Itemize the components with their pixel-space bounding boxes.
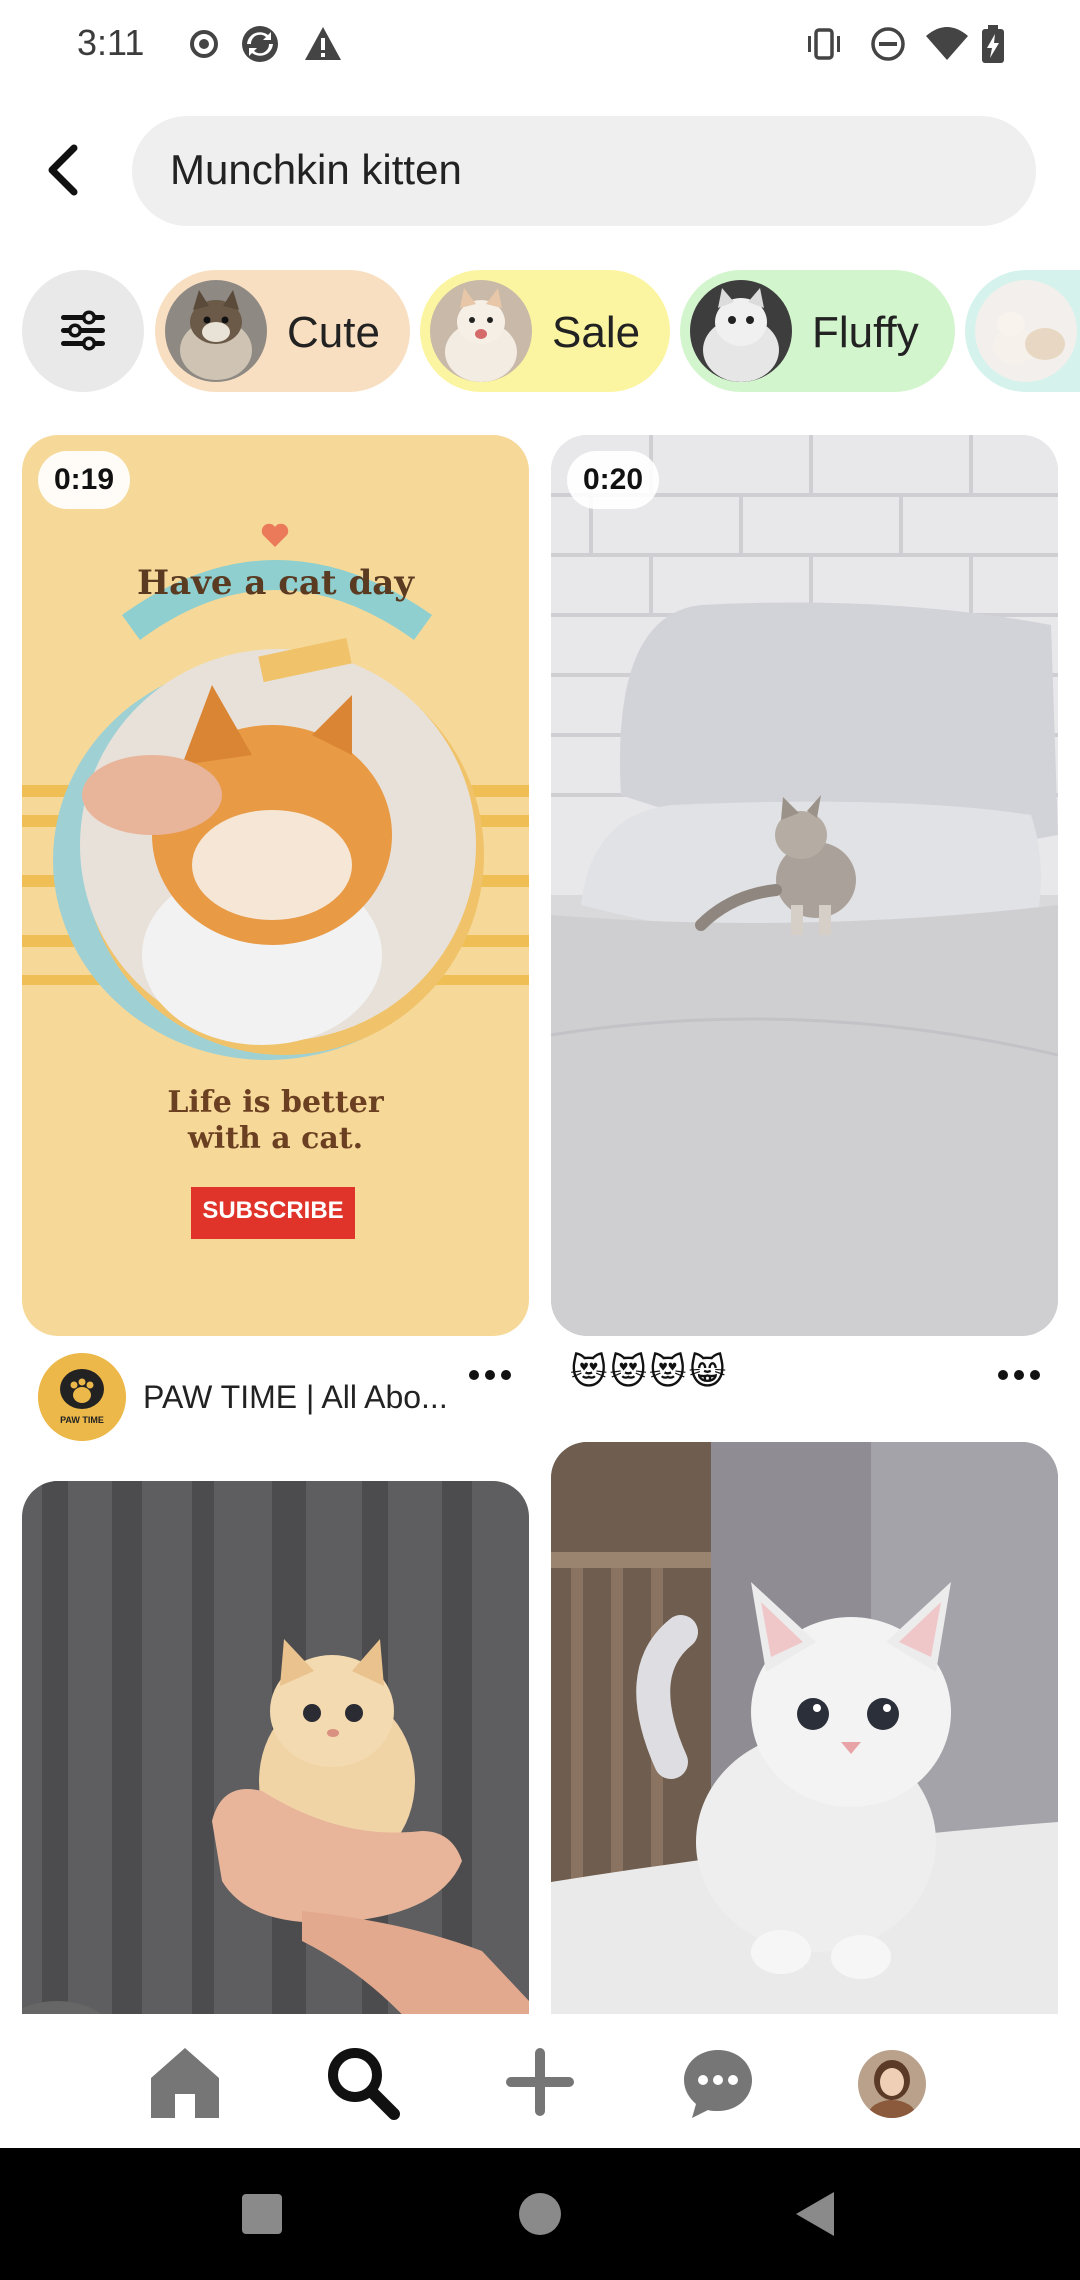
white-kitten-image: [551, 1442, 1058, 2061]
chip-label: Fluffy: [812, 308, 919, 357]
poster-title: Have a cat day: [136, 563, 415, 603]
search-input[interactable]: Munchkin kitten: [132, 116, 1036, 226]
video-duration: 0:19: [38, 451, 131, 509]
chip-label: Cute: [287, 308, 380, 357]
nav-home[interactable]: [145, 2042, 225, 2122]
filter-chips: Cute Sale Fluffy: [0, 268, 1080, 392]
home-icon: [151, 2048, 219, 2118]
kitten-bed-image: [551, 435, 1058, 1336]
pin-author[interactable]: PAW TIME | All Abo...: [143, 1379, 448, 1416]
record-icon: [184, 24, 224, 64]
more-options-button[interactable]: [989, 1360, 1049, 1390]
kitten-hands-image: [22, 1481, 529, 2061]
chevron-left-icon: [48, 144, 78, 196]
pin-card-image[interactable]: [22, 1481, 529, 2061]
status-time: 3:11: [77, 22, 145, 63]
back-button[interactable]: [38, 140, 88, 200]
video-duration: 0:20: [567, 451, 660, 509]
chip-thumbnail: [165, 280, 267, 382]
filter-button[interactable]: [22, 270, 144, 392]
chip-thumbnail: [975, 280, 1077, 382]
create-icon: [506, 2048, 574, 2116]
recents-icon: [242, 2194, 282, 2234]
chip-label: Sale: [552, 308, 641, 357]
search-icon: [328, 2048, 400, 2120]
battery-charging-icon: [978, 24, 1008, 64]
chip-thumbnail: [430, 280, 532, 382]
pin-caption: 😻😻😻😸: [570, 1351, 729, 1392]
recents-button[interactable]: [230, 2182, 294, 2246]
home-circle-icon: [519, 2193, 561, 2235]
nav-search[interactable]: [322, 2042, 402, 2122]
ellipsis-icon: [469, 1370, 511, 1380]
poster-text-line2: with a cat.: [187, 1121, 364, 1156]
poster-text-line1: Life is better: [167, 1085, 384, 1120]
system-home-button[interactable]: [508, 2182, 572, 2246]
bottom-nav: [0, 2014, 1080, 2148]
chip-fluffy[interactable]: Fluffy: [680, 270, 955, 392]
alert-icon: [303, 24, 343, 64]
ellipsis-icon: [998, 1370, 1040, 1380]
chip-more[interactable]: [965, 270, 1080, 392]
system-back-button[interactable]: [786, 2182, 850, 2246]
pin-meta: PAW TIME PAW TIME | All Abo...: [38, 1353, 528, 1443]
wifi-icon: [924, 24, 970, 64]
avatar-text: PAW TIME: [60, 1415, 104, 1425]
pin-card-image[interactable]: [551, 1442, 1058, 2061]
author-avatar[interactable]: PAW TIME: [38, 1353, 126, 1441]
chip-thumbnail: [690, 280, 792, 382]
do-not-disturb-icon: [868, 24, 908, 64]
pin-card-video[interactable]: 0:20: [551, 435, 1058, 1336]
chip-cute[interactable]: Cute: [155, 270, 410, 392]
chip-sale[interactable]: Sale: [420, 270, 670, 392]
more-options-button[interactable]: [460, 1360, 520, 1390]
vibrate-icon: [804, 24, 844, 64]
sync-icon: [240, 24, 280, 64]
search-query: Munchkin kitten: [170, 146, 462, 193]
system-nav-bar: [0, 2148, 1080, 2280]
nav-messages[interactable]: [678, 2042, 758, 2122]
messages-icon: [684, 2050, 752, 2118]
pin-card-video[interactable]: 0:19 Have a cat day Life is better with …: [22, 435, 529, 1336]
nav-create[interactable]: [500, 2042, 580, 2122]
status-bar: 3:11: [0, 0, 1080, 90]
sliders-icon: [61, 310, 105, 351]
nav-profile-avatar[interactable]: [858, 2050, 926, 2118]
back-triangle-icon: [796, 2192, 834, 2236]
poster-subscribe-label: SUBSCRIBE: [202, 1197, 344, 1224]
